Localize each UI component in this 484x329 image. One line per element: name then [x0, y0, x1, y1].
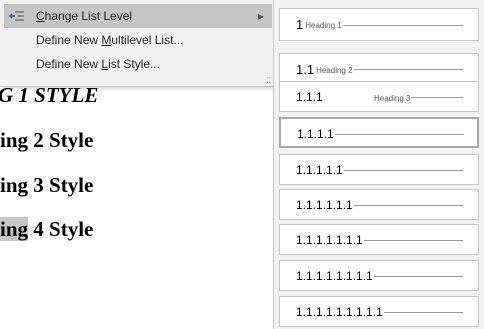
level-number: 1 — [296, 17, 304, 32]
doc-heading-3: ing 3 Style — [0, 173, 94, 197]
level-heading-label: Heading 2 — [316, 66, 353, 75]
level-preview-line — [334, 134, 464, 135]
level-preview-line — [373, 276, 463, 277]
context-menu: Change List Level ▶ Define New Multileve… — [0, 0, 275, 87]
level-preview-line — [353, 69, 463, 70]
list-level-option-7[interactable]: 1.1.1.1.1.1.1 — [279, 224, 479, 255]
list-level-option-2[interactable]: 1.1 Heading 2 — [279, 53, 479, 84]
level-number: 1.1.1.1.1.1 — [296, 198, 353, 212]
level-preview-line — [342, 25, 463, 26]
chevron-right-icon: ▶ — [257, 11, 264, 21]
list-level-gallery: 1 Heading 1 1.1 Heading 2 1.1.1 Heading 3 1.1.… — [273, 0, 484, 329]
level-preview-line — [353, 205, 463, 206]
doc-heading-4-text: 4 Style — [28, 217, 94, 241]
level-preview-line — [363, 240, 463, 241]
level-preview-line — [383, 312, 463, 313]
list-level-option-1[interactable]: 1 Heading 1 — [279, 8, 479, 41]
level-heading-label: Heading 1 — [305, 21, 342, 30]
level-number: 1.1.1.1.1.1.1 — [296, 233, 363, 247]
level-number: 1.1 — [296, 62, 315, 77]
menu-item-label: Define New Multilevel List... — [36, 33, 184, 47]
list-level-option-3[interactable]: 1.1.1 Heading 3 — [279, 81, 479, 112]
level-number: 1.1.1.1.1 — [296, 163, 343, 177]
level-preview-line — [411, 97, 463, 98]
level-heading-label: Heading 3 — [374, 94, 411, 103]
list-level-option-9[interactable]: 1.1.1.1.1.1.1.1.1 — [279, 296, 479, 327]
menu-item-label: Change List Level — [36, 9, 133, 23]
level-number: 1.1.1.1 — [297, 127, 334, 141]
list-level-option-4[interactable]: 1.1.1.1 — [279, 117, 479, 148]
menu-item-label: Define New List Style... — [36, 57, 161, 71]
level-number: 1.1.1.1.1.1.1.1.1 — [296, 305, 383, 319]
list-level-option-8[interactable]: 1.1.1.1.1.1.1.1 — [279, 260, 479, 291]
doc-heading-2: ing 2 Style — [0, 128, 94, 152]
level-number: 1.1.1 — [296, 90, 323, 104]
menu-item-define-new-multilevel-list[interactable]: Define New Multilevel List... — [4, 28, 272, 52]
indent-list-icon — [4, 10, 30, 22]
text-selection: ing — [0, 217, 29, 241]
list-level-option-6[interactable]: 1.1.1.1.1.1 — [279, 189, 479, 220]
doc-heading-4: ing 4 Style — [0, 217, 93, 242]
level-number: 1.1.1.1.1.1.1.1 — [296, 269, 373, 283]
list-level-option-5[interactable]: 1.1.1.1.1 — [279, 154, 479, 185]
resize-grip-icon[interactable]: ⁚⁚ — [266, 77, 271, 85]
menu-item-define-new-list-style[interactable]: Define New List Style... — [4, 52, 272, 76]
level-preview-line — [343, 170, 463, 171]
menu-item-change-list-level[interactable]: Change List Level ▶ — [4, 4, 272, 28]
